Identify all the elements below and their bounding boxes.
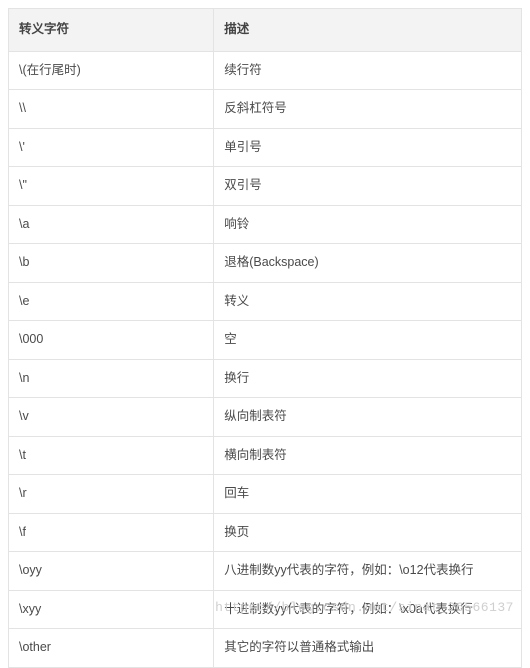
table-row: \e转义 [9,282,522,321]
cell-escape: \v [9,398,214,437]
table-row: \r回车 [9,475,522,514]
cell-description: 转义 [214,282,522,321]
cell-escape: \000 [9,321,214,360]
table-row: \'单引号 [9,128,522,167]
cell-escape: \e [9,282,214,321]
table-header-row: 转义字符 描述 [9,9,522,52]
cell-description: 双引号 [214,167,522,206]
cell-escape: \other [9,629,214,668]
cell-description: 续行符 [214,51,522,90]
escape-characters-table: 转义字符 描述 \(在行尾时)续行符\\反斜杠符号\'单引号\"双引号\a响铃\… [8,8,522,668]
table-row: \oyy八进制数yy代表的字符，例如：\o12代表换行 [9,552,522,591]
cell-escape: \' [9,128,214,167]
table-row: \f换页 [9,513,522,552]
table-row: \t横向制表符 [9,436,522,475]
table-row: \000空 [9,321,522,360]
cell-description: 响铃 [214,205,522,244]
table-row: \other其它的字符以普通格式输出 [9,629,522,668]
cell-escape: \(在行尾时) [9,51,214,90]
header-escape: 转义字符 [9,9,214,52]
table-row: \\反斜杠符号 [9,90,522,129]
cell-escape: \\ [9,90,214,129]
cell-description: 换行 [214,359,522,398]
cell-escape: \oyy [9,552,214,591]
table-row: \n换行 [9,359,522,398]
cell-description: 纵向制表符 [214,398,522,437]
cell-description: 其它的字符以普通格式输出 [214,629,522,668]
table-row: \"双引号 [9,167,522,206]
cell-escape: \" [9,167,214,206]
table-row: \v纵向制表符 [9,398,522,437]
cell-escape: \a [9,205,214,244]
cell-description: 八进制数yy代表的字符，例如：\o12代表换行 [214,552,522,591]
cell-escape: \n [9,359,214,398]
cell-description: 回车 [214,475,522,514]
cell-description: 空 [214,321,522,360]
cell-escape: \b [9,244,214,283]
cell-description: 反斜杠符号 [214,90,522,129]
cell-escape: \f [9,513,214,552]
cell-description: 单引号 [214,128,522,167]
table-row: \(在行尾时)续行符 [9,51,522,90]
cell-escape: \r [9,475,214,514]
header-description: 描述 [214,9,522,52]
table-row: \b退格(Backspace) [9,244,522,283]
table-row: \a响铃 [9,205,522,244]
cell-description: 换页 [214,513,522,552]
cell-escape: \t [9,436,214,475]
cell-description: 横向制表符 [214,436,522,475]
cell-description: 退格(Backspace) [214,244,522,283]
